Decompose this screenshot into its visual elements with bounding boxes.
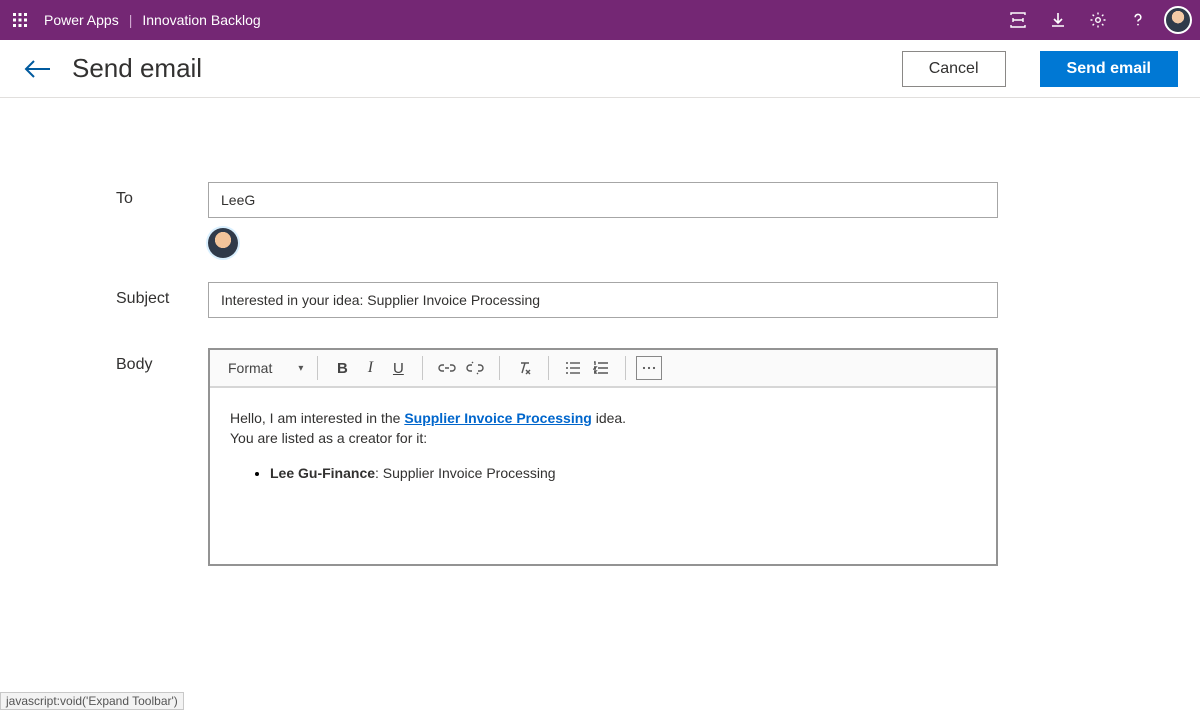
fit-icon[interactable] — [998, 0, 1038, 40]
to-input[interactable] — [208, 182, 998, 218]
bullet-list-icon[interactable] — [559, 354, 587, 382]
help-icon[interactable] — [1118, 0, 1158, 40]
app-launcher-icon[interactable] — [0, 0, 40, 40]
body-line-2: You are listed as a creator for it: — [230, 428, 976, 448]
toolbar-separator — [499, 356, 500, 380]
breadcrumb: Power Apps | Innovation Backlog — [44, 12, 261, 28]
creator-list: Lee Gu-Finance: Supplier Invoice Process… — [230, 463, 976, 483]
creator-name: Lee Gu-Finance — [270, 465, 375, 481]
format-label: Format — [228, 360, 272, 376]
idea-link[interactable]: Supplier Invoice Processing — [404, 410, 592, 426]
format-dropdown[interactable]: Format ▾ — [218, 360, 313, 376]
subject-label: Subject — [116, 282, 208, 308]
app-name[interactable]: Innovation Backlog — [142, 12, 260, 28]
bold-button[interactable]: B — [328, 354, 356, 382]
rich-text-editor: Format ▾ B I U — [208, 348, 998, 566]
editor-body[interactable]: Hello, I am interested in the Supplier I… — [210, 388, 996, 564]
subject-row: Subject — [116, 282, 1200, 318]
back-button[interactable] — [22, 53, 54, 85]
subject-input[interactable] — [208, 282, 998, 318]
link-icon[interactable] — [433, 354, 461, 382]
expand-toolbar-icon[interactable] — [636, 356, 662, 380]
body-label: Body — [116, 348, 208, 374]
product-name[interactable]: Power Apps — [44, 12, 119, 28]
creator-detail: : Supplier Invoice Processing — [375, 465, 556, 481]
toolbar-separator — [422, 356, 423, 380]
status-bar: javascript:void('Expand Toolbar') — [0, 692, 184, 710]
to-label: To — [116, 182, 208, 208]
to-row: To — [116, 182, 1200, 282]
body-row: Body Format ▾ B I U — [116, 348, 1200, 566]
cancel-button[interactable]: Cancel — [902, 51, 1006, 87]
body-text: Hello, I am interested in the — [230, 410, 404, 426]
settings-gear-icon[interactable] — [1078, 0, 1118, 40]
recipient-chips — [208, 228, 998, 258]
download-icon[interactable] — [1038, 0, 1078, 40]
toolbar-separator — [548, 356, 549, 380]
recipient-avatar[interactable] — [208, 228, 238, 258]
email-form: To Subject Body Format ▾ B I — [0, 98, 1200, 566]
unlink-icon[interactable] — [461, 354, 489, 382]
toolbar-separator — [625, 356, 626, 380]
clear-formatting-icon[interactable] — [510, 354, 538, 382]
list-item: Lee Gu-Finance: Supplier Invoice Process… — [270, 463, 976, 483]
page-title: Send email — [72, 53, 202, 84]
page-header: Send email Cancel Send email — [0, 40, 1200, 98]
toolbar-separator — [317, 356, 318, 380]
body-line-1: Hello, I am interested in the Supplier I… — [230, 408, 976, 428]
editor-toolbar: Format ▾ B I U — [210, 350, 996, 388]
italic-button[interactable]: I — [356, 354, 384, 382]
user-avatar[interactable] — [1164, 6, 1192, 34]
breadcrumb-separator: | — [127, 12, 135, 28]
numbered-list-icon[interactable] — [587, 354, 615, 382]
chevron-down-icon: ▾ — [298, 363, 303, 374]
send-email-button[interactable]: Send email — [1040, 51, 1178, 87]
global-header: Power Apps | Innovation Backlog — [0, 0, 1200, 40]
body-text: idea. — [592, 410, 626, 426]
underline-button[interactable]: U — [384, 354, 412, 382]
